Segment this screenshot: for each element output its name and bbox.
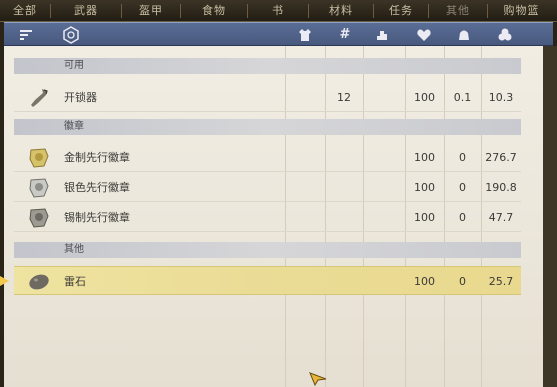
item-durability: 100	[414, 91, 435, 104]
quality-icon[interactable]	[456, 27, 472, 43]
item-name: 锡制先行徽章	[64, 211, 130, 224]
item-name: 金制先行徽章	[64, 151, 130, 164]
tab-food[interactable]: 食物	[181, 0, 247, 22]
mouse-cursor-icon	[309, 372, 327, 386]
tab-basket[interactable]: 购物篮	[488, 0, 555, 22]
item-price: 25.7	[488, 275, 514, 288]
item-weight: 0	[459, 181, 466, 194]
price-icon[interactable]	[497, 27, 513, 43]
silver-badge-icon	[29, 178, 49, 198]
item-name: 银色先行徽章	[64, 181, 130, 194]
item-price: 190.8	[485, 181, 517, 194]
list-item[interactable]: 金制先行徽章 100 0 276.7	[14, 143, 521, 172]
tab-all[interactable]: 全部	[0, 0, 50, 22]
category-icon[interactable]	[62, 26, 80, 44]
gold-badge-icon	[29, 148, 49, 168]
item-durability: 100	[414, 151, 435, 164]
tab-other[interactable]: 其他	[429, 0, 487, 22]
scrollbar-track[interactable]	[543, 46, 557, 387]
item-name: 开锁器	[64, 91, 97, 104]
section-header-available: 可用	[14, 58, 521, 74]
item-price: 47.7	[488, 211, 514, 224]
item-weight: 0	[459, 151, 466, 164]
inventory-list: 可用 开锁器 12 100 0.1 10.3 徽章 金制先行徽章 100 0 2…	[4, 46, 553, 387]
section-header-badges: 徽章	[14, 119, 521, 135]
item-weight: 0	[459, 275, 466, 288]
hash-icon[interactable]: #	[337, 27, 353, 43]
column-header: #	[4, 22, 553, 46]
category-tab-bar: 全部 武器 盔甲 食物 书 材料 任务 其他 购物篮	[0, 0, 557, 22]
tab-books[interactable]: 书	[248, 0, 308, 22]
item-durability: 100	[414, 181, 435, 194]
item-durability: 100	[414, 211, 435, 224]
weight-icon[interactable]	[374, 27, 390, 43]
lockpick-icon	[31, 89, 48, 107]
tin-badge-icon	[29, 208, 49, 228]
item-price: 10.3	[488, 91, 514, 104]
clothing-icon[interactable]	[297, 27, 313, 43]
item-name: 雷石	[64, 275, 86, 288]
filter-icon[interactable]	[18, 27, 34, 43]
list-item[interactable]: 银色先行徽章 100 0 190.8	[14, 173, 521, 202]
durability-icon[interactable]	[416, 27, 432, 43]
tab-armor[interactable]: 盔甲	[122, 0, 180, 22]
item-count: 12	[337, 91, 351, 104]
list-item[interactable]: 锡制先行徽章 100 0 47.7	[14, 203, 521, 232]
tab-quests[interactable]: 任务	[374, 0, 428, 22]
item-price: 276.7	[485, 151, 517, 164]
section-header-other: 其他	[14, 242, 521, 258]
item-weight: 0	[459, 211, 466, 224]
list-item-selected[interactable]: 雷石 100 0 25.7	[14, 266, 521, 295]
item-weight: 0.1	[453, 91, 472, 104]
item-durability: 100	[414, 275, 435, 288]
thunderstone-icon	[29, 274, 49, 290]
selection-pointer-icon	[0, 276, 9, 286]
list-item[interactable]: 开锁器 12 100 0.1 10.3	[14, 83, 521, 112]
tab-materials[interactable]: 材料	[309, 0, 373, 22]
tab-weapons[interactable]: 武器	[51, 0, 121, 22]
